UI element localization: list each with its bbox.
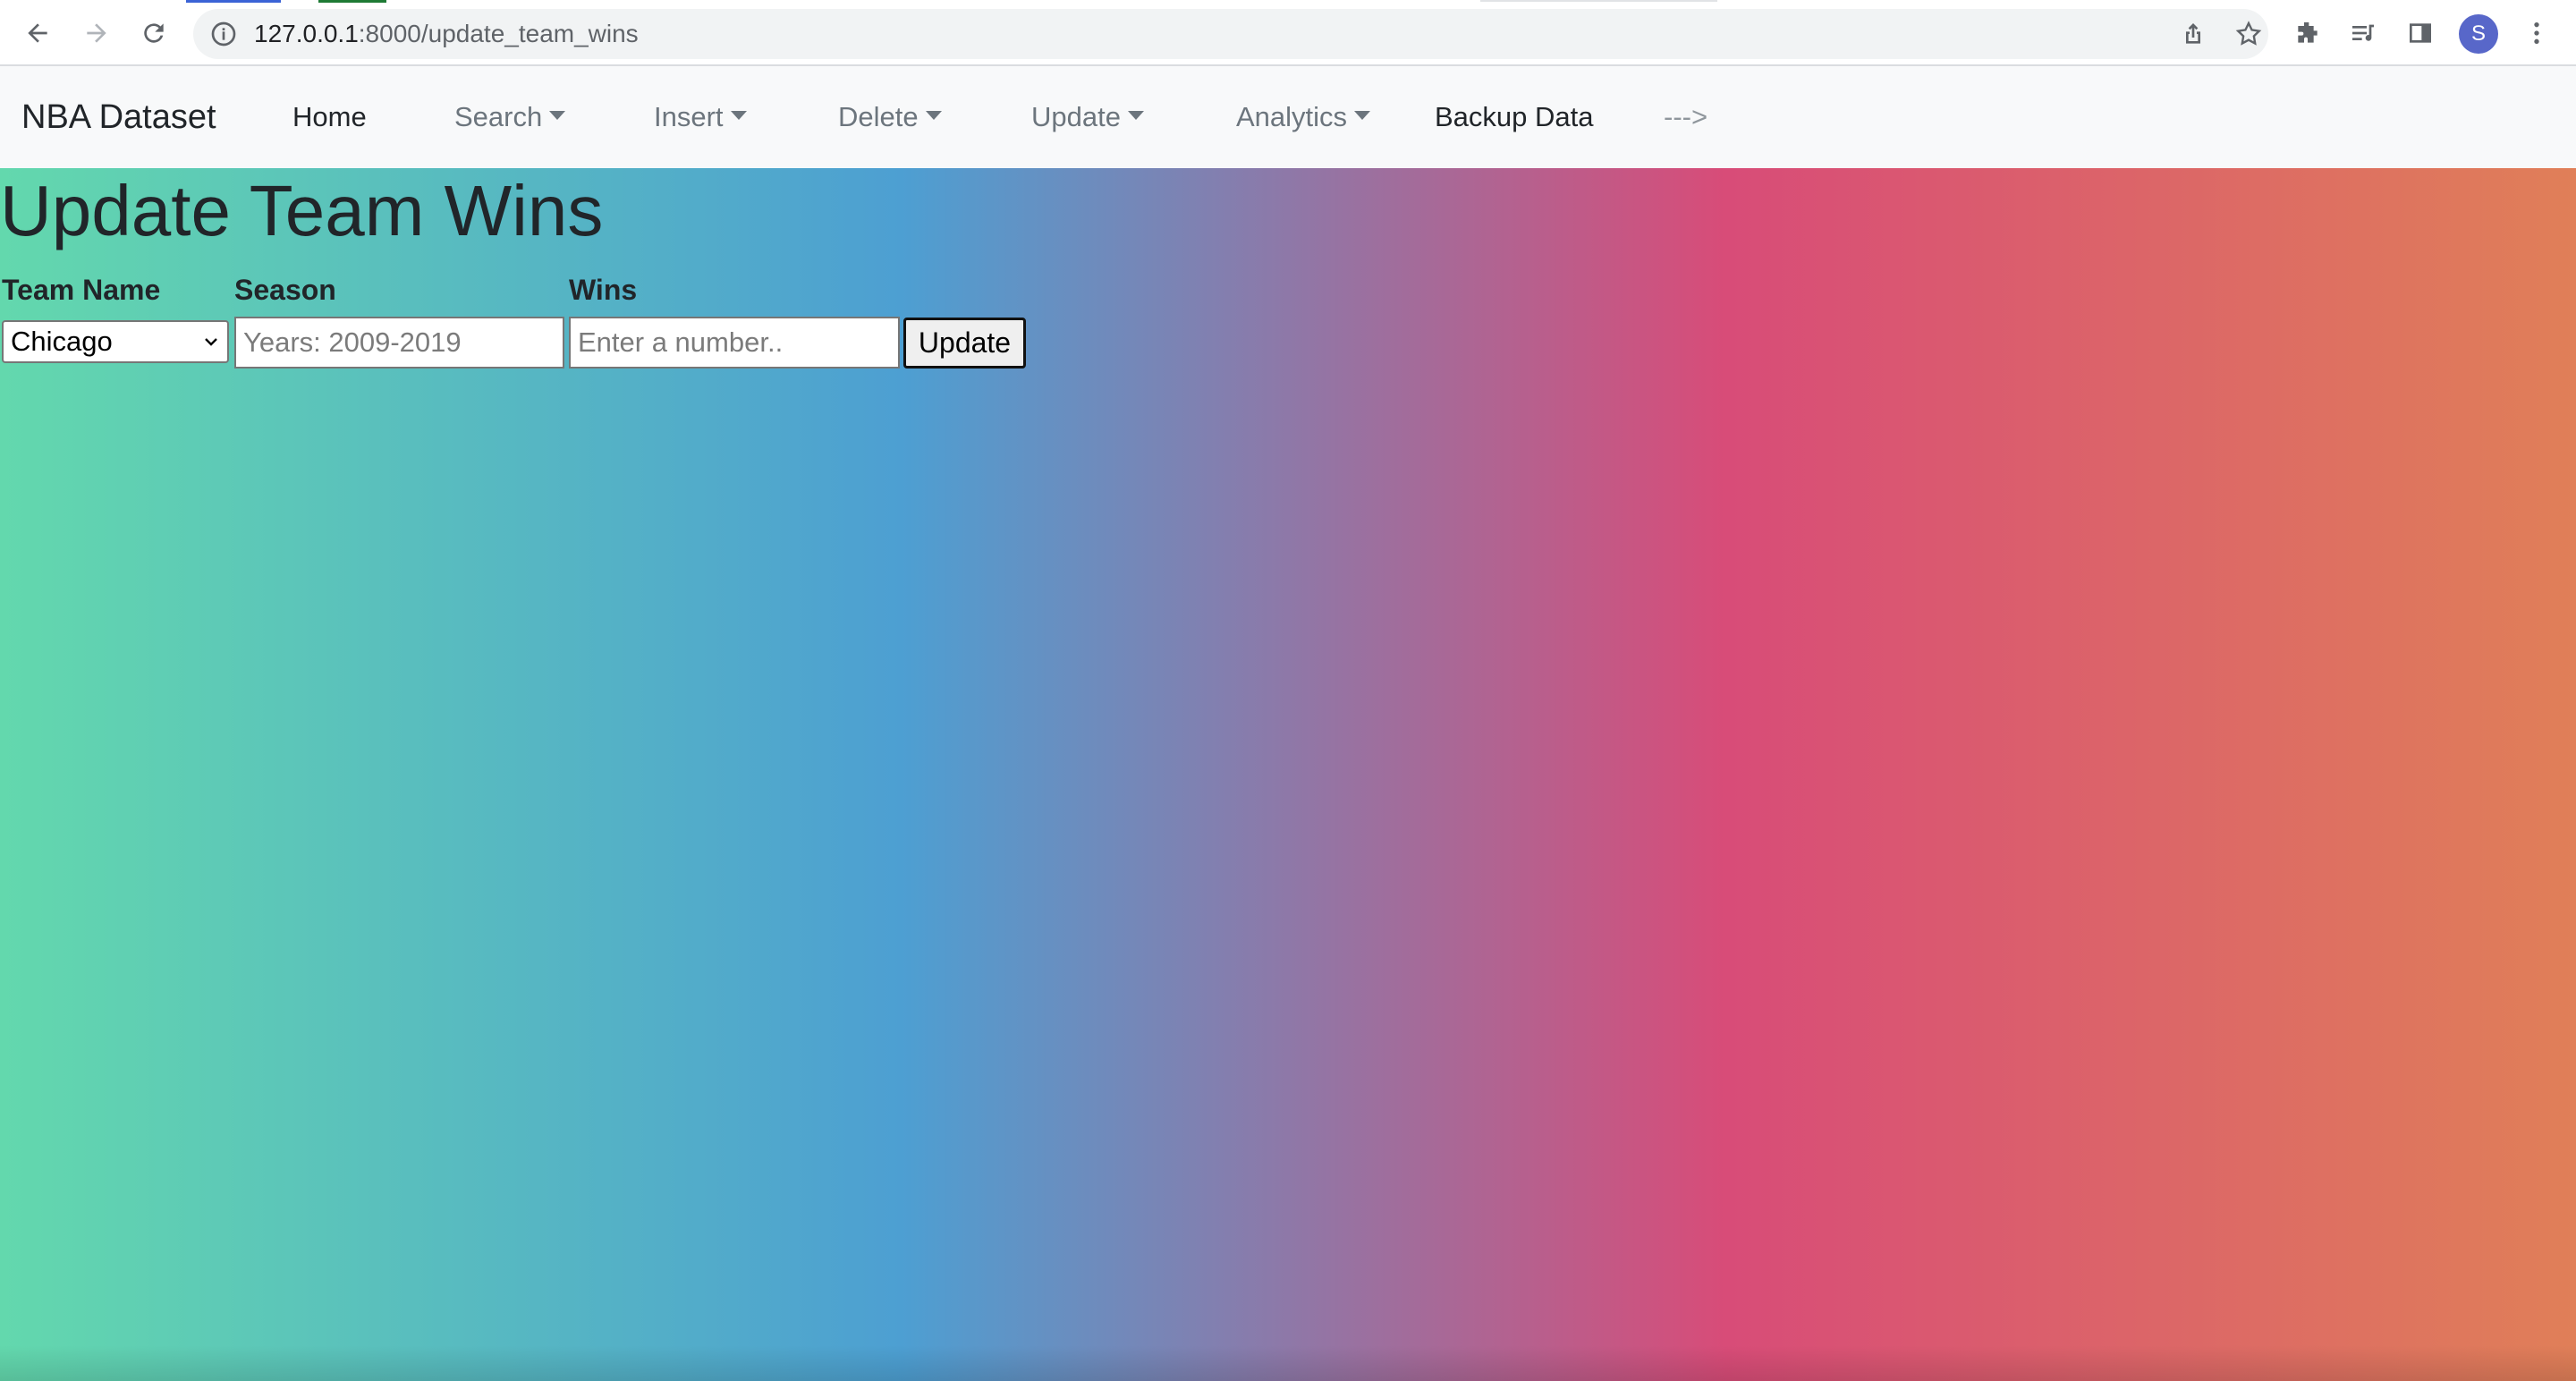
tab-indicator[interactable]: [318, 0, 386, 3]
team-name-selected: Chicago: [11, 326, 113, 357]
wins-input[interactable]: [569, 317, 900, 369]
wins-label: Wins: [569, 274, 638, 306]
url-text[interactable]: 127.0.0.1:8000/update_team_wins: [254, 9, 639, 59]
nav-update-label: Update: [1031, 101, 1121, 132]
chevron-down-icon: [205, 338, 217, 346]
site-navbar: NBA Dataset Home Search Insert Delete Up…: [0, 66, 2576, 168]
navbar-brand[interactable]: NBA Dataset: [21, 66, 216, 168]
site-info-icon[interactable]: [209, 20, 238, 48]
team-name-label: Team Name: [2, 274, 161, 306]
browser-toolbar: 127.0.0.1:8000/update_team_wins S: [0, 0, 2576, 66]
tab-indicator[interactable]: [1480, 0, 1717, 2]
nav-insert-label: Insert: [654, 101, 724, 132]
nav-delete-label: Delete: [838, 101, 919, 132]
nav-analytics-label: Analytics: [1236, 101, 1348, 132]
caret-down-icon: [549, 110, 566, 120]
caret-down-icon: [1354, 110, 1371, 120]
nav-backup-data[interactable]: Backup Data: [1435, 66, 1594, 168]
nav-insert-dropdown[interactable]: Insert: [654, 66, 747, 168]
nav-delete-dropdown[interactable]: Delete: [838, 66, 942, 168]
page-title: Update Team Wins: [0, 171, 604, 250]
extensions-icon[interactable]: [2288, 13, 2327, 53]
nav-search-label: Search: [454, 101, 543, 132]
nav-home-label: Home: [292, 101, 367, 132]
caret-down-icon: [925, 110, 942, 120]
page-content: Update Team Wins Team Name Season Wins C…: [0, 168, 2576, 1381]
season-input[interactable]: [234, 317, 564, 369]
team-name-select[interactable]: Chicago: [2, 320, 229, 363]
reload-icon[interactable]: [134, 13, 174, 53]
caret-down-icon: [1127, 110, 1144, 120]
nav-next-label: --->: [1664, 101, 1708, 132]
media-queue-icon[interactable]: [2343, 13, 2383, 53]
share-icon[interactable]: [2179, 20, 2207, 48]
profile-avatar[interactable]: S: [2459, 14, 2498, 54]
url-host: 127.0.0.1: [254, 20, 359, 47]
caret-down-icon: [730, 110, 747, 120]
update-button[interactable]: Update: [903, 318, 1026, 369]
nav-backup-label: Backup Data: [1435, 101, 1594, 132]
nav-search-dropdown[interactable]: Search: [454, 66, 566, 168]
forward-icon[interactable]: [77, 13, 116, 53]
nav-next-arrow[interactable]: --->: [1664, 66, 1707, 168]
more-menu-icon[interactable]: [2517, 13, 2556, 53]
bottom-shadow: [0, 1345, 2576, 1381]
nav-update-dropdown[interactable]: Update: [1031, 66, 1144, 168]
bookmark-star-icon[interactable]: [2234, 20, 2263, 48]
tab-indicator[interactable]: [186, 0, 281, 3]
side-panel-icon[interactable]: [2401, 13, 2440, 53]
url-path: :8000/update_team_wins: [358, 20, 639, 47]
season-label: Season: [234, 274, 336, 306]
nav-home[interactable]: Home: [292, 66, 367, 168]
address-bar[interactable]: 127.0.0.1:8000/update_team_wins: [193, 9, 2268, 59]
back-icon[interactable]: [18, 13, 57, 53]
tab-strip: [0, 0, 2576, 4]
nav-analytics-dropdown[interactable]: Analytics: [1236, 66, 1371, 168]
